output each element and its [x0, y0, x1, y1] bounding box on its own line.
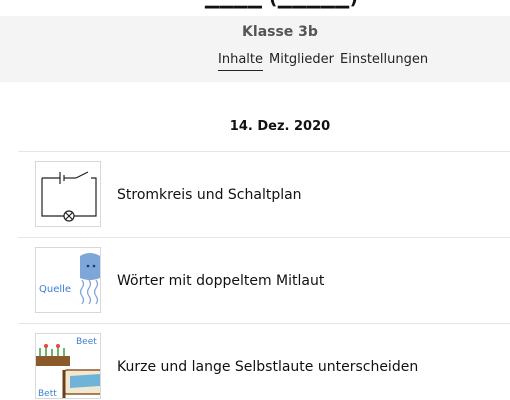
- tab-mitglieder[interactable]: Mitglieder: [269, 52, 334, 71]
- content-list: Stromkreis und Schaltplan Quelle Wörter …: [18, 151, 510, 400]
- tab-bar: Inhalte Mitglieder Einstellungen: [218, 52, 428, 71]
- thumb-text: Quelle: [39, 284, 71, 295]
- beet-bett-icon: Beet Bett: [35, 333, 101, 399]
- date-heading: 14. Dez. 2020: [229, 119, 331, 134]
- list-item[interactable]: Beet Bett Kurze und lange Selbstlaute un…: [18, 323, 510, 400]
- quelle-jellyfish-icon: Quelle: [35, 247, 101, 313]
- circuit-diagram-icon: [35, 161, 101, 227]
- item-title: Stromkreis und Schaltplan: [117, 187, 302, 203]
- thumb-text-top: Beet: [76, 337, 97, 347]
- class-title: Klasse 3b: [242, 24, 318, 40]
- tab-einstellungen[interactable]: Einstellungen: [340, 52, 428, 71]
- item-title: Wörter mit doppeltem Mitlaut: [117, 273, 325, 289]
- list-item[interactable]: Quelle Wörter mit doppeltem Mitlaut: [18, 237, 510, 323]
- clipped-heading: ▁▁▁▁ (▁▁▁▁▁): [205, 0, 358, 9]
- top-clipped-area: ▁▁▁▁ (▁▁▁▁▁): [0, 0, 510, 16]
- thumb-text-bottom: Bett: [38, 389, 57, 399]
- tab-inhalte[interactable]: Inhalte: [218, 52, 263, 71]
- item-title: Kurze und lange Selbstlaute unterscheide…: [117, 359, 419, 375]
- class-header: Klasse 3b Inhalte Mitglieder Einstellung…: [0, 16, 510, 82]
- list-item[interactable]: Stromkreis und Schaltplan: [18, 151, 510, 237]
